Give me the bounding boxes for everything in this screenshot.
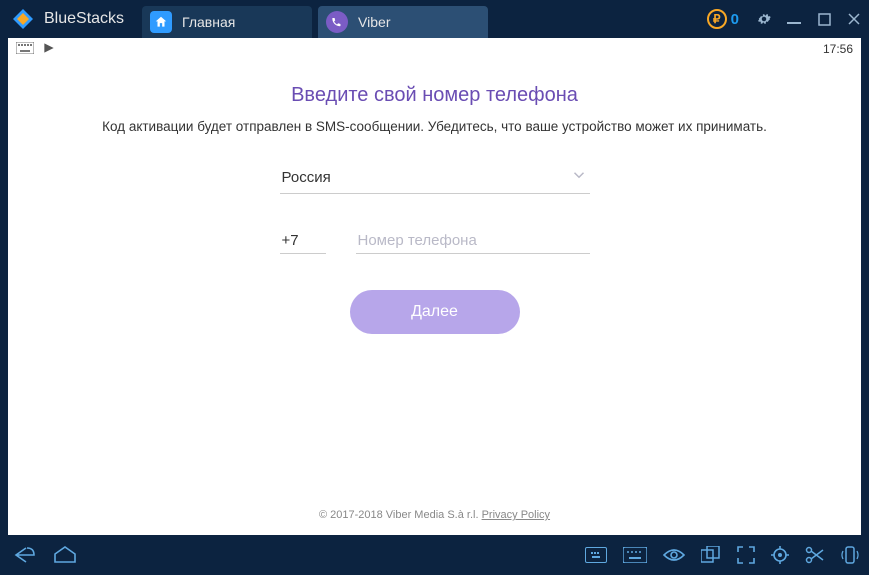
- coin-counter[interactable]: ₽ 0: [707, 9, 739, 29]
- brand-name: BlueStacks: [44, 10, 124, 28]
- copyright-text: © 2017-2018 Viber Media S.à r.l.: [319, 509, 482, 521]
- page-subtitle: Код активации будет отправлен в SMS-сооб…: [102, 119, 767, 134]
- next-button[interactable]: Далее: [350, 290, 520, 334]
- coin-icon: ₽: [707, 9, 727, 29]
- eye-icon[interactable]: [663, 547, 685, 563]
- page-title: Введите свой номер телефона: [291, 84, 578, 107]
- next-button-label: Далее: [411, 303, 458, 321]
- clock: 17:56: [823, 42, 853, 56]
- viber-screen: Введите свой номер телефона Код активаци…: [8, 60, 861, 499]
- scissors-icon[interactable]: [805, 546, 825, 564]
- home-icon: [150, 11, 172, 33]
- country-select[interactable]: Россия: [280, 162, 590, 194]
- tab-label: Главная: [182, 14, 235, 30]
- coin-value: 0: [731, 11, 739, 28]
- location-icon[interactable]: [771, 546, 789, 564]
- bluestacks-logo: [10, 6, 36, 32]
- country-code[interactable]: +7: [280, 228, 326, 254]
- keyboard-icon[interactable]: [623, 547, 647, 563]
- phone-row: +7: [280, 228, 590, 254]
- shake-icon[interactable]: [841, 545, 859, 565]
- chevron-down-icon: [570, 166, 588, 189]
- home-button[interactable]: [52, 545, 78, 565]
- keyboard-toggle[interactable]: [585, 547, 607, 563]
- tab-home[interactable]: Главная: [142, 6, 312, 38]
- multiwindow-icon[interactable]: [701, 546, 721, 564]
- back-button[interactable]: [10, 545, 36, 565]
- tab-viber[interactable]: Viber: [318, 6, 488, 38]
- keyboard-indicator-icon: [16, 42, 34, 57]
- country-value: Россия: [282, 169, 570, 186]
- titlebar: BlueStacks Главная Viber ₽ 0: [0, 0, 869, 38]
- footer: © 2017-2018 Viber Media S.à r.l. Privacy…: [8, 499, 861, 535]
- app-frame: 17:56 Введите свой номер телефона Код ак…: [8, 38, 861, 535]
- minimize-button[interactable]: [779, 0, 809, 38]
- maximize-button[interactable]: [809, 0, 839, 38]
- android-statusbar: 17:56: [8, 38, 861, 60]
- close-button[interactable]: [839, 0, 869, 38]
- privacy-link[interactable]: Privacy Policy: [482, 509, 550, 521]
- phone-input[interactable]: [356, 228, 590, 254]
- android-navbar: [0, 535, 869, 575]
- viber-icon: [326, 11, 348, 33]
- fullscreen-icon[interactable]: [737, 546, 755, 564]
- bs-small-icon: [42, 41, 56, 58]
- settings-button[interactable]: [749, 0, 779, 38]
- tab-label: Viber: [358, 14, 390, 30]
